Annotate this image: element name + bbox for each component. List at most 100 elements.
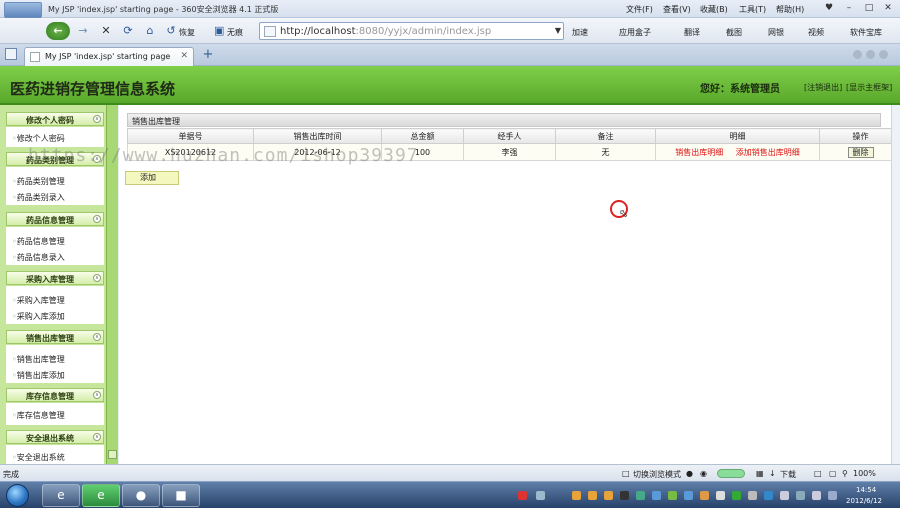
screenshot-button[interactable]: 截图 xyxy=(726,27,742,38)
tab-index-jsp[interactable]: My JSP 'index.jsp' starting page ✕ xyxy=(24,47,194,66)
refresh-icon[interactable]: ⟳ xyxy=(120,22,136,40)
software-store-button[interactable]: 软件宝库 xyxy=(850,27,882,38)
clock-time[interactable]: 14:54 xyxy=(856,486,876,494)
tray-speaker-icon[interactable] xyxy=(828,491,837,500)
forward-icon[interactable]: → xyxy=(72,22,94,40)
tray-qq-icon[interactable] xyxy=(572,491,581,500)
address-input[interactable]: http://localhost:8080/yyjx/admin/index.j… xyxy=(280,26,491,37)
sidebar-section-purchase[interactable]: 采购入库管理 ∧ xyxy=(6,271,104,285)
menu-favorites[interactable]: 收藏(B) xyxy=(700,4,728,15)
collapse-icon[interactable]: ∧ xyxy=(93,215,101,223)
globe-icon[interactable]: ◉ xyxy=(700,469,707,478)
video-button[interactable]: 视频 xyxy=(808,27,824,38)
sidebar-item-purchase-manage[interactable]: 采购入库管理 xyxy=(12,295,65,306)
show-main-frame-link[interactable]: [显示主框架] xyxy=(846,82,892,93)
logout-link[interactable]: [注销退出] xyxy=(804,82,842,93)
menu-tools[interactable]: 工具(T) xyxy=(739,4,766,15)
tray-icon[interactable] xyxy=(652,491,661,500)
app-taskbar-icon[interactable]: ■ xyxy=(162,484,200,507)
translate-button[interactable]: 翻译 xyxy=(684,27,700,38)
tray-shield-icon[interactable] xyxy=(700,491,709,500)
tray-network-icon[interactable] xyxy=(796,491,805,500)
chevron-down-icon[interactable]: ▼ xyxy=(555,26,561,35)
collapse-icon[interactable]: ∧ xyxy=(93,115,101,123)
vertical-scrollbar[interactable] xyxy=(891,105,900,464)
accelerate-button[interactable]: 加速 xyxy=(572,27,588,38)
sidebar-section-exit[interactable]: 安全退出系统 ∧ xyxy=(6,430,104,444)
no-trace-button[interactable]: 无痕 xyxy=(227,27,243,38)
app-box-button[interactable]: 应用盒子 xyxy=(619,27,651,38)
grid-icon[interactable]: ▦ xyxy=(756,469,764,478)
sidebar-item-sales-add[interactable]: 销售出库添加 xyxy=(12,370,65,381)
tray-icon[interactable] xyxy=(764,491,773,500)
bank-button[interactable]: 网银 xyxy=(768,27,784,38)
sidebar-section-sales[interactable]: 销售出库管理 ∧ xyxy=(6,330,104,344)
zoom-level[interactable]: 100% xyxy=(853,469,876,478)
sidebar-item-category-add[interactable]: 药品类别录入 xyxy=(12,192,65,203)
sales-detail-link[interactable]: 销售出库明细 xyxy=(675,148,723,157)
tray-icon[interactable] xyxy=(716,491,725,500)
tray-icon[interactable] xyxy=(636,491,645,500)
sidebar-section-password[interactable]: 修改个人密码 ∧ xyxy=(6,112,104,126)
address-bar[interactable]: http://localhost:8080/yyjx/admin/index.j… xyxy=(259,22,564,40)
delete-button[interactable]: 删除 xyxy=(847,146,874,158)
sidebar-item-change-password[interactable]: 修改个人密码 xyxy=(12,133,65,144)
close-tab-icon[interactable]: ✕ xyxy=(180,51,188,61)
ie-taskbar-icon[interactable]: e xyxy=(42,484,80,507)
skin-icon[interactable]: ♥ xyxy=(822,2,836,14)
back-icon[interactable]: ← xyxy=(46,22,70,40)
tray-icon[interactable] xyxy=(668,491,677,500)
collapse-sidebar-icon[interactable] xyxy=(108,450,117,459)
sidebar-item-drug-add[interactable]: 药品信息录入 xyxy=(12,252,65,263)
speed-toggle[interactable] xyxy=(717,469,745,478)
sidebar-toggle-icon[interactable] xyxy=(5,48,17,60)
tray-360-icon[interactable] xyxy=(732,491,741,500)
ie-icon[interactable]: ● xyxy=(686,469,693,478)
screen-icon[interactable]: ▢ xyxy=(829,469,837,478)
page-icon xyxy=(264,26,276,37)
collapse-icon[interactable]: ∧ xyxy=(93,333,101,341)
tray-network-icon[interactable] xyxy=(536,491,545,500)
home-icon[interactable]: ⌂ xyxy=(142,22,158,40)
clock-date[interactable]: 2012/6/12 xyxy=(846,497,882,505)
minimize-icon[interactable]: – xyxy=(842,2,856,14)
sidebar-item-safe-exit[interactable]: 安全退出系统 xyxy=(12,452,65,463)
close-window-icon[interactable]: ✕ xyxy=(881,2,895,14)
tray-qq-icon[interactable] xyxy=(588,491,597,500)
menu-help[interactable]: 帮助(H) xyxy=(776,4,804,15)
sidebar-section-stock[interactable]: 库存信息管理 ∧ xyxy=(6,388,104,402)
tray-penguin-icon[interactable] xyxy=(620,491,629,500)
tray-icon[interactable] xyxy=(780,491,789,500)
maximize-icon[interactable]: □ xyxy=(862,2,876,14)
tray-qq-icon[interactable] xyxy=(604,491,613,500)
tray-icon[interactable] xyxy=(684,491,693,500)
browser-360-taskbar-icon[interactable]: e xyxy=(82,484,120,507)
download-button[interactable]: 下载 xyxy=(780,469,796,480)
start-button-icon[interactable] xyxy=(6,484,29,507)
menu-view[interactable]: 查看(V) xyxy=(663,4,691,15)
collapse-icon[interactable]: ∧ xyxy=(93,433,101,441)
switch-mode-button[interactable]: 切换浏览模式 xyxy=(633,469,681,480)
add-sales-detail-link[interactable]: 添加销售出库明细 xyxy=(736,148,800,157)
page-icon[interactable]: □ xyxy=(814,469,822,478)
tab-restore-icon[interactable] xyxy=(866,50,875,59)
stop-icon[interactable]: ✕ xyxy=(98,22,114,40)
tray-volume-icon[interactable] xyxy=(812,491,821,500)
restore-button[interactable]: 恢复 xyxy=(179,27,195,38)
eclipse-taskbar-icon[interactable]: ● xyxy=(122,484,160,507)
new-tab-icon[interactable]: + xyxy=(197,48,219,64)
sidebar-section-drug-info[interactable]: 药品信息管理 ∧ xyxy=(6,212,104,226)
sidebar-item-purchase-add[interactable]: 采购入库添加 xyxy=(12,311,65,322)
sidebar-item-drug-manage[interactable]: 药品信息管理 xyxy=(12,236,65,247)
sidebar-item-sales-manage[interactable]: 销售出库管理 xyxy=(12,354,65,365)
sidebar-item-stock-manage[interactable]: 库存信息管理 xyxy=(12,410,65,421)
collapse-icon[interactable]: ∧ xyxy=(93,274,101,282)
collapse-icon[interactable]: ∧ xyxy=(93,391,101,399)
tray-s-icon[interactable] xyxy=(518,491,527,500)
add-button[interactable]: 添加 xyxy=(125,171,179,185)
tab-list-icon[interactable] xyxy=(853,50,862,59)
tab-close-all-icon[interactable] xyxy=(879,50,888,59)
tray-icon[interactable] xyxy=(748,491,757,500)
sidebar-item-category-manage[interactable]: 药品类别管理 xyxy=(12,176,65,187)
menu-file[interactable]: 文件(F) xyxy=(626,4,653,15)
